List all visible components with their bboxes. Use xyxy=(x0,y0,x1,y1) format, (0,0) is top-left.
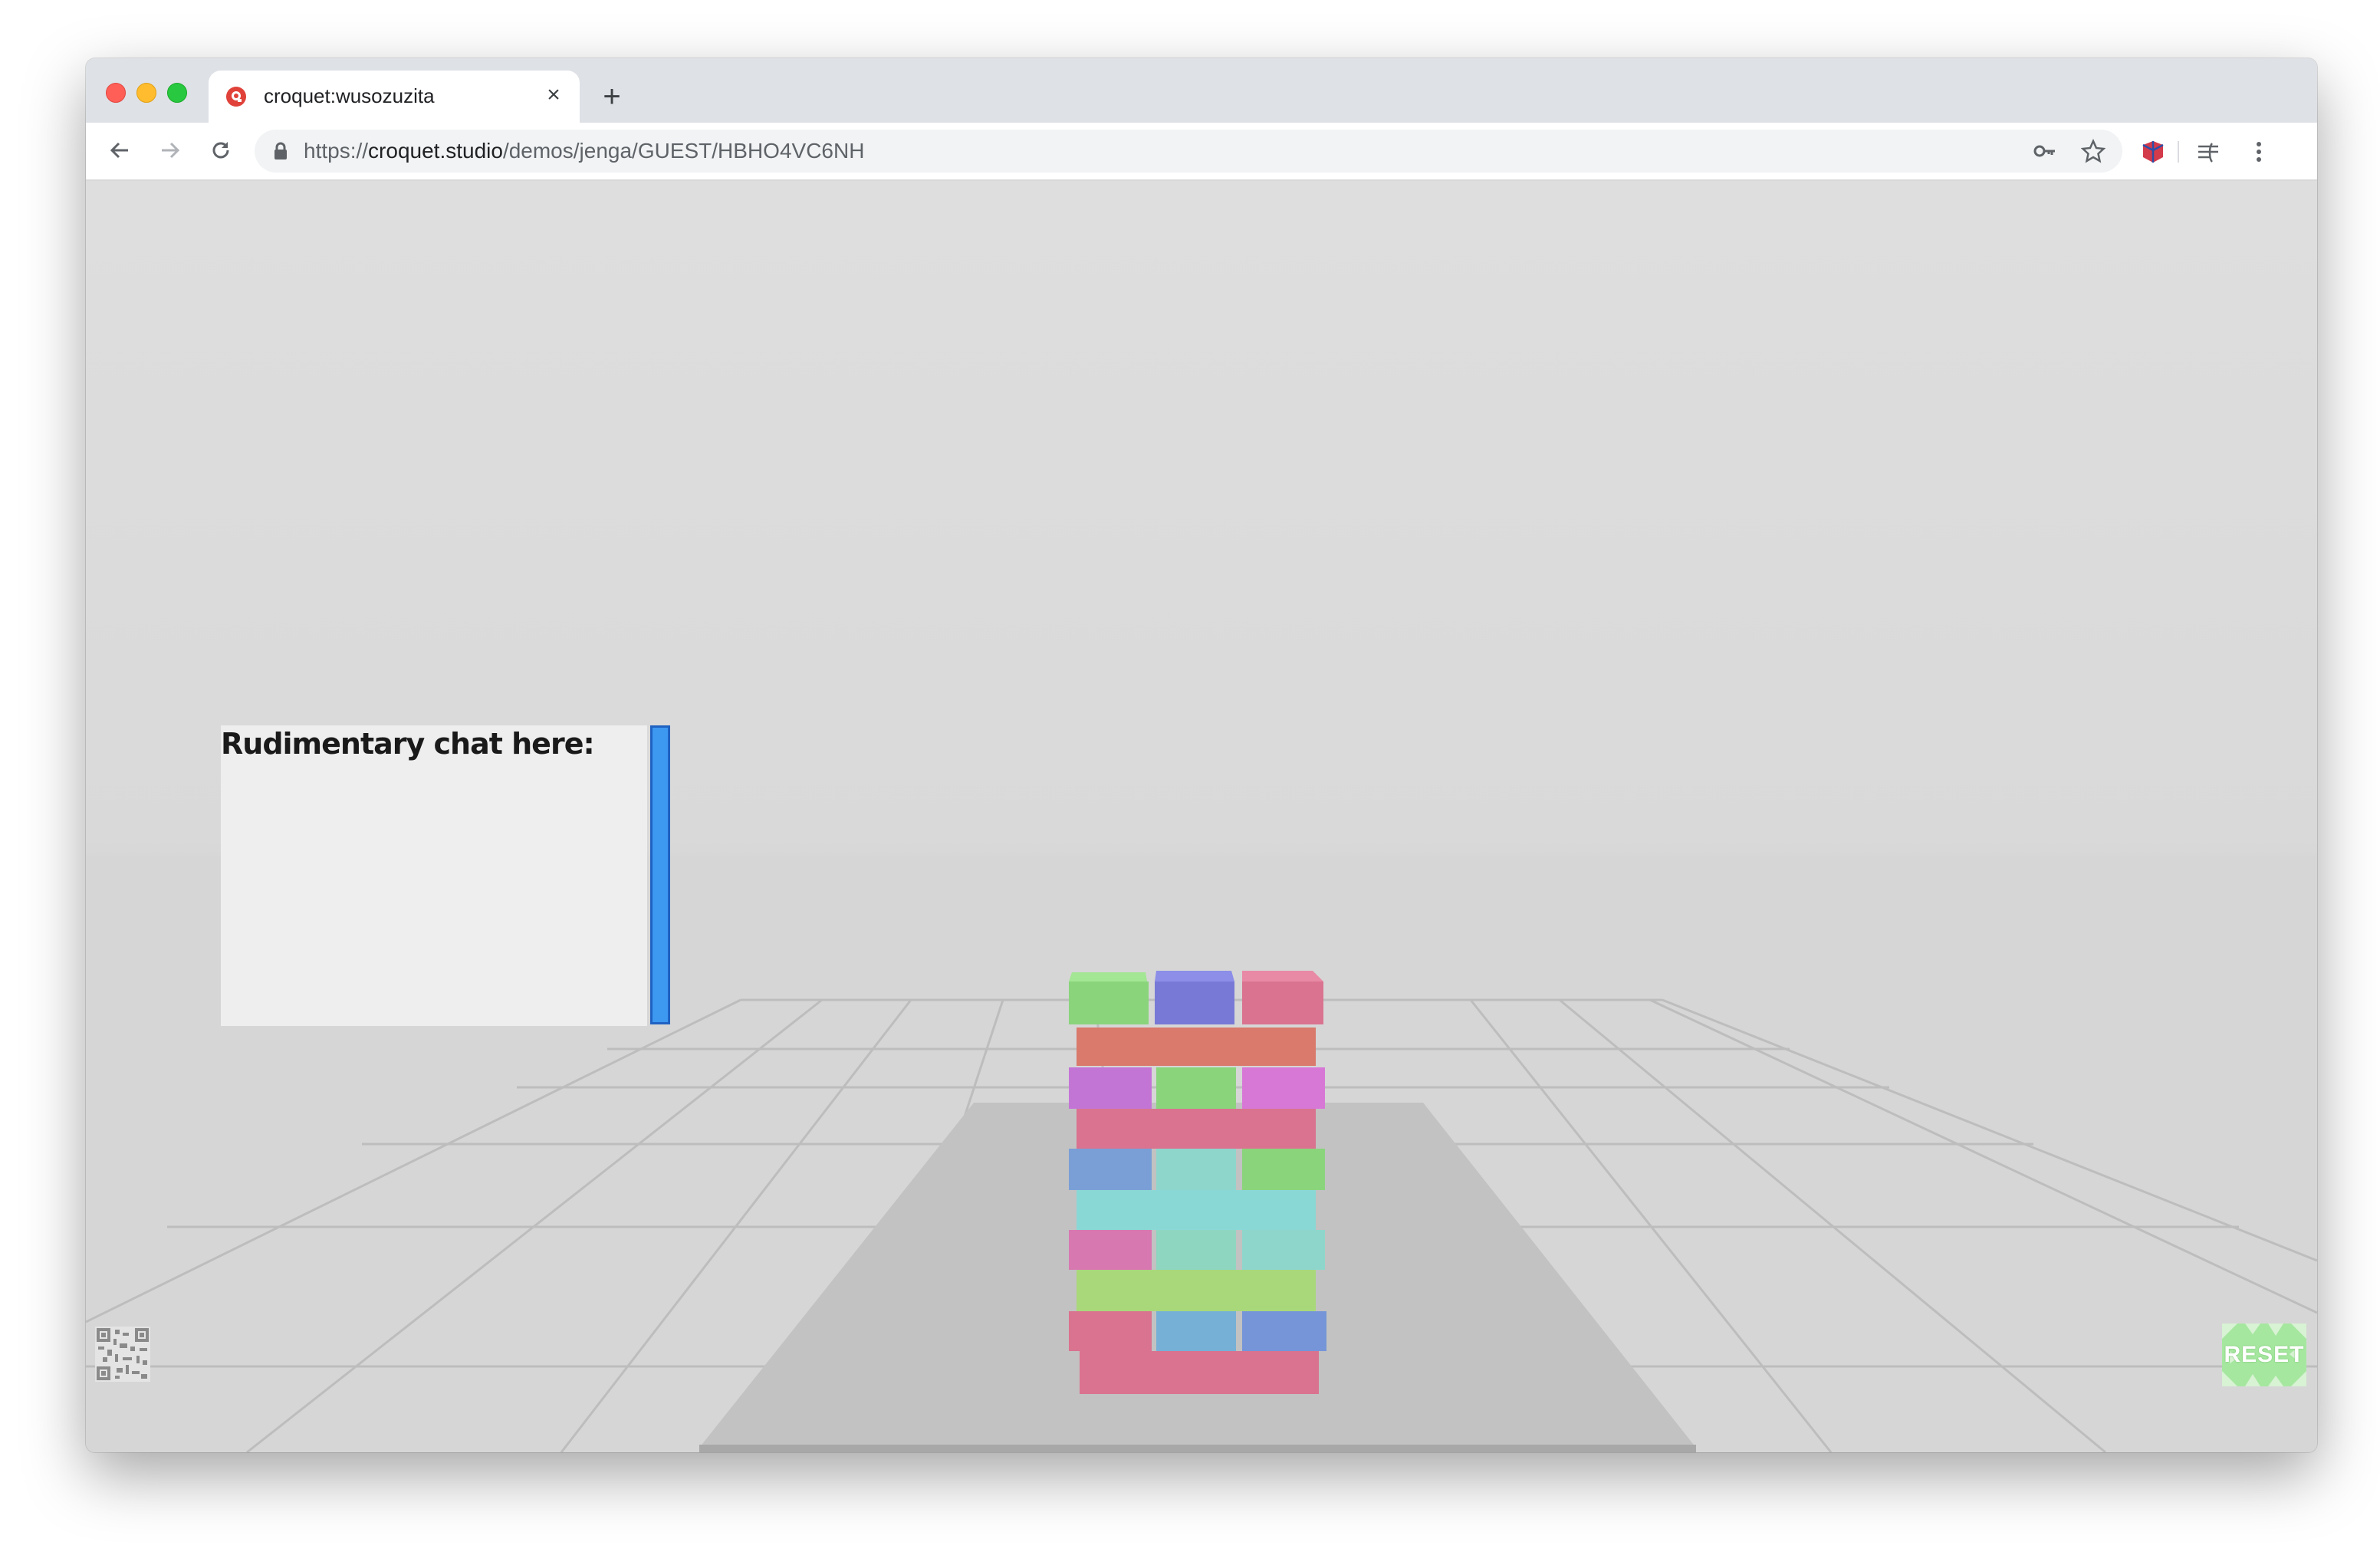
jenga-block[interactable] xyxy=(1156,1067,1236,1109)
jenga-block[interactable] xyxy=(1156,1230,1236,1270)
window-minimize-button[interactable] xyxy=(136,83,156,103)
reader-icon[interactable] xyxy=(2193,136,2224,167)
jenga-block[interactable] xyxy=(1242,1230,1325,1270)
toolbar-separator xyxy=(2178,141,2179,163)
reset-label: RESET xyxy=(2224,1342,2305,1367)
back-icon[interactable] xyxy=(103,133,136,167)
extension-icon[interactable] xyxy=(2138,136,2168,167)
jenga-block[interactable] xyxy=(1077,1028,1316,1066)
browser-tab[interactable]: croquet:wusozuzita × xyxy=(209,71,580,123)
star-icon[interactable] xyxy=(2081,139,2106,163)
jenga-block[interactable] xyxy=(1155,982,1234,1024)
jenga-block[interactable] xyxy=(1080,1351,1319,1394)
jenga-block[interactable] xyxy=(1156,1311,1236,1351)
window-close-button[interactable] xyxy=(106,83,126,103)
chat-scrollbar[interactable] xyxy=(650,725,670,1024)
jenga-block[interactable] xyxy=(1069,1149,1152,1190)
app-viewport[interactable]: Rudimentary chat here: RESET xyxy=(86,181,2317,1452)
jenga-block[interactable] xyxy=(1077,1109,1316,1149)
jenga-tower[interactable] xyxy=(1069,971,1326,1394)
table-edge xyxy=(699,1445,1696,1452)
jenga-block[interactable] xyxy=(1242,982,1323,1024)
jenga-block[interactable] xyxy=(1077,1190,1316,1230)
chat-title: Rudimentary chat here: xyxy=(221,727,595,761)
jenga-block[interactable] xyxy=(1242,1067,1325,1109)
browser-toolbar: https://croquet.studio/demos/jenga/GUEST… xyxy=(86,123,2317,181)
lock-icon xyxy=(274,142,287,159)
jenga-block[interactable] xyxy=(1069,1067,1152,1109)
jenga-block[interactable] xyxy=(1156,1149,1236,1190)
window-maximize-button[interactable] xyxy=(167,83,187,103)
tab-title: croquet:wusozuzita xyxy=(264,84,435,107)
menu-icon[interactable] xyxy=(2244,136,2274,167)
url-host: croquet.studio xyxy=(368,139,503,163)
reload-icon[interactable] xyxy=(204,133,238,167)
tab-strip: croquet:wusozuzita × + xyxy=(86,58,2317,123)
qr-code-icon[interactable] xyxy=(95,1327,150,1382)
croquet-favicon-icon xyxy=(226,87,246,107)
jenga-block[interactable] xyxy=(1242,1311,1326,1351)
jenga-block[interactable] xyxy=(1077,1270,1316,1311)
forward-icon[interactable] xyxy=(153,133,187,167)
key-icon[interactable] xyxy=(2032,139,2056,163)
browser-window: croquet:wusozuzita × + https://croquet.s… xyxy=(86,58,2317,1452)
chat-panel[interactable]: Rudimentary chat here: xyxy=(221,725,647,1026)
jenga-block[interactable] xyxy=(1069,1311,1152,1351)
jenga-block[interactable] xyxy=(1069,982,1149,1024)
url-scheme: https:// xyxy=(304,139,369,163)
address-bar[interactable]: https://croquet.studio/demos/jenga/GUEST… xyxy=(255,130,2122,173)
close-tab-icon[interactable]: × xyxy=(541,83,566,107)
jenga-block[interactable] xyxy=(1242,1149,1325,1190)
reset-button[interactable]: RESET xyxy=(2222,1323,2306,1386)
new-tab-icon[interactable]: + xyxy=(597,81,627,112)
url-path: /demos/jenga/GUEST/HBHO4VC6NH xyxy=(502,139,865,163)
url-text: https://croquet.studio/demos/jenga/GUEST… xyxy=(304,139,864,163)
jenga-block[interactable] xyxy=(1069,1230,1152,1270)
